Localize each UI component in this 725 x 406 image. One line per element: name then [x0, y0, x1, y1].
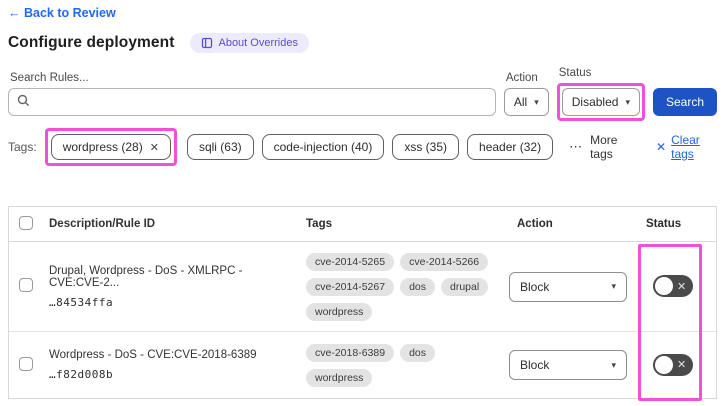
- more-tags-label: More tags: [590, 133, 634, 161]
- tag-pill-code-injection[interactable]: code-injection (40): [262, 134, 385, 160]
- tag-pill-label: xss (35): [404, 140, 447, 154]
- clear-x-icon: ✕: [656, 140, 666, 154]
- caret-down-icon: ▾: [625, 97, 630, 108]
- row-checkbox[interactable]: [19, 278, 33, 292]
- status-dropdown[interactable]: Disabled ▾: [562, 88, 640, 116]
- action-dropdown-value: All: [514, 95, 527, 109]
- column-header-action: Action: [509, 218, 636, 230]
- action-select[interactable]: Block ▾: [509, 350, 627, 380]
- table-row: Drupal, Wordpress - DoS - XMLRPC - CVE:C…: [9, 242, 716, 332]
- tag-pill-sqli[interactable]: sqli (63): [187, 134, 254, 160]
- rule-tags: cve-2018-6389 dos wordpress: [306, 344, 509, 387]
- caret-down-icon: ▾: [534, 97, 539, 108]
- column-header-status: Status: [636, 218, 716, 230]
- rule-tag-chip: dos: [400, 344, 435, 362]
- status-dropdown-value: Disabled: [572, 95, 619, 109]
- remove-tag-icon[interactable]: ✕: [150, 141, 159, 154]
- action-select[interactable]: Block ▾: [509, 272, 627, 302]
- book-icon: [201, 37, 213, 49]
- rule-tag-chip: wordpress: [306, 369, 372, 387]
- table-header-row: Description/Rule ID Tags Action Status: [9, 207, 716, 242]
- back-to-review-link[interactable]: ← Back to Review: [8, 6, 116, 20]
- rule-tag-chip: cve-2014-5267: [306, 278, 394, 296]
- toggle-knob: [655, 356, 673, 374]
- tags-label: Tags:: [8, 140, 37, 154]
- tag-pill-header[interactable]: header (32): [467, 134, 553, 160]
- tag-pill-xss[interactable]: xss (35): [392, 134, 459, 160]
- search-box: [8, 88, 496, 116]
- tag-pill-label: code-injection (40): [274, 140, 373, 154]
- action-filter-label: Action: [506, 72, 549, 84]
- configure-deployment-page: ← Back to Review Configure deployment Ab…: [0, 0, 725, 399]
- rule-tag-chip: cve-2018-6389: [306, 344, 394, 362]
- rule-tag-chip: cve-2014-5265: [306, 253, 394, 271]
- rule-tag-chip: wordpress: [306, 303, 372, 321]
- column-header-tags: Tags: [306, 218, 509, 230]
- clear-tags-link[interactable]: ✕ Clear tags: [656, 133, 717, 161]
- caret-down-icon: ▾: [611, 281, 616, 292]
- search-button[interactable]: Search: [653, 88, 717, 116]
- rule-id: …f82d008b: [49, 368, 292, 381]
- toggle-x-icon: ✕: [677, 280, 686, 293]
- column-header-description: Description/Rule ID: [41, 218, 306, 230]
- rule-tag-chip: drupal: [441, 278, 488, 296]
- search-rules-label: Search Rules...: [10, 72, 496, 84]
- about-overrides-badge[interactable]: About Overrides: [190, 33, 308, 53]
- action-dropdown[interactable]: All ▾: [504, 88, 549, 116]
- search-icon: [17, 94, 30, 110]
- select-all-checkbox[interactable]: [19, 216, 33, 230]
- rule-description: Wordpress - DoS - CVE:CVE-2018-6389: [49, 349, 292, 361]
- status-dropdown-highlight-box: Disabled ▾: [557, 83, 645, 121]
- rule-tag-chip: dos: [400, 278, 435, 296]
- rule-description: Drupal, Wordpress - DoS - XMLRPC - CVE:C…: [49, 265, 292, 289]
- table-row: Wordpress - DoS - CVE:CVE-2018-6389 …f82…: [9, 332, 716, 398]
- selected-tag-highlight-box: wordpress (28) ✕: [45, 128, 177, 166]
- rule-tags: cve-2014-5265 cve-2014-5266 cve-2014-526…: [306, 253, 509, 321]
- toggle-x-icon: ✕: [677, 358, 686, 371]
- action-select-value: Block: [520, 358, 549, 372]
- rule-tag-chip: cve-2014-5266: [400, 253, 488, 271]
- rules-table: Description/Rule ID Tags Action Status D…: [8, 206, 717, 399]
- status-filter-label: Status: [559, 67, 645, 79]
- about-overrides-label: About Overrides: [218, 37, 297, 49]
- title-row: Configure deployment About Overrides: [8, 33, 717, 53]
- status-toggle-off[interactable]: ✕: [653, 275, 693, 297]
- filter-row: Search Rules... Action All ▾ Status: [8, 67, 717, 116]
- tag-pill-label: wordpress (28): [63, 140, 143, 154]
- tag-pill-wordpress[interactable]: wordpress (28) ✕: [51, 134, 171, 160]
- caret-down-icon: ▾: [611, 360, 616, 371]
- more-tags-button[interactable]: ⋯ More tags: [569, 133, 634, 161]
- action-select-value: Block: [520, 280, 549, 294]
- tag-pill-label: header (32): [479, 140, 541, 154]
- row-checkbox[interactable]: [19, 357, 33, 371]
- clear-tags-label: Clear tags: [671, 133, 717, 161]
- toggle-knob: [655, 277, 673, 295]
- search-rules-input[interactable]: [36, 95, 487, 109]
- rule-id: …84534ffa: [49, 296, 292, 309]
- page-title: Configure deployment: [8, 34, 174, 52]
- tags-bar: Tags: wordpress (28) ✕ sqli (63) code-in…: [8, 128, 717, 166]
- status-toggle-off[interactable]: ✕: [653, 354, 693, 376]
- tag-pill-label: sqli (63): [199, 140, 242, 154]
- ellipsis-icon: ⋯: [569, 139, 583, 155]
